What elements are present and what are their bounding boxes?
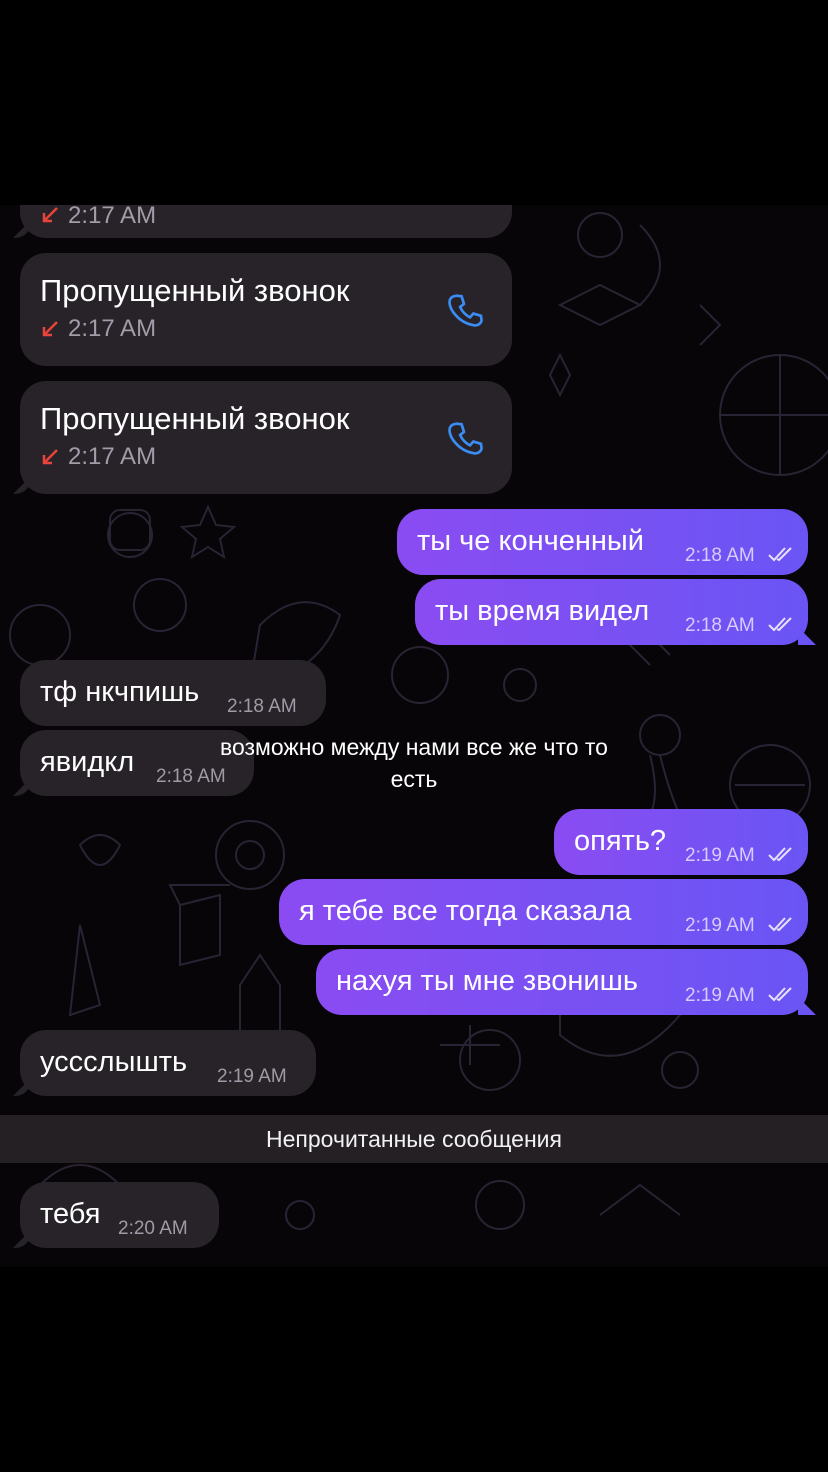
message-text: тебя (40, 1198, 101, 1230)
message-time: 2:20 AM (118, 1218, 188, 1239)
call-title: Пропущенный звонок (40, 273, 350, 308)
story-caption-overlay: возможно между нами все же что то есть (220, 734, 608, 792)
message-time: 2:19 AM (217, 1066, 287, 1087)
incoming-message[interactable]: тф нкчпишь 2:18 AM (20, 660, 326, 726)
message-time: 2:19 AM (685, 985, 755, 1006)
message-time: 2:19 AM (685, 915, 755, 936)
double-check-icon (768, 847, 792, 862)
missed-call-bubble[interactable]: Пропущенный звонок 2:17 AM (20, 381, 512, 494)
unread-messages-divider: Непрочитанные сообщения (0, 1115, 828, 1163)
call-time: 2:17 AM (68, 205, 157, 229)
missed-call-arrow-icon (42, 449, 58, 465)
missed-call-bubble[interactable]: Пропущенный звонок 2:17 AM (20, 253, 512, 366)
message-time: 2:18 AM (227, 696, 297, 717)
message-text: опять? (574, 825, 667, 857)
message-text: ты че конченный (417, 525, 644, 557)
call-time: 2:17 AM (68, 315, 157, 342)
incoming-message[interactable]: уссслышть 2:19 AM (20, 1030, 316, 1096)
message-time: 2:18 AM (685, 615, 755, 636)
message-text: ты время видел (435, 595, 650, 627)
message-time: 2:18 AM (685, 545, 755, 566)
missed-call-arrow-icon (42, 207, 58, 223)
message-time: 2:19 AM (685, 845, 755, 866)
outgoing-message[interactable]: нахуя ты мне звонишь 2:19 AM (316, 949, 808, 1015)
outgoing-message[interactable]: я тебе все тогда сказала 2:19 AM (279, 879, 808, 945)
message-text: нахуя ты мне звонишь (336, 965, 638, 997)
missed-call-arrow-icon (42, 321, 58, 337)
call-title: Пропущенный звонок (40, 401, 350, 436)
double-check-icon (768, 617, 792, 632)
double-check-icon (768, 917, 792, 932)
message-text: я тебе все тогда сказала (299, 895, 632, 927)
call-time: 2:17 AM (68, 443, 157, 470)
outgoing-message[interactable]: ты че конченный 2:18 AM (397, 509, 808, 575)
outgoing-message[interactable]: ты время видел 2:18 AM (415, 579, 808, 645)
double-check-icon (768, 987, 792, 1002)
phone-icon[interactable] (444, 417, 490, 463)
message-text: явидкл (40, 746, 135, 778)
outgoing-message[interactable]: опять? 2:19 AM (554, 809, 808, 875)
incoming-message[interactable]: тебя 2:20 AM (20, 1182, 219, 1248)
message-text: уссслышть (40, 1046, 188, 1078)
message-text: тф нкчпишь (40, 676, 200, 708)
phone-icon[interactable] (444, 289, 490, 335)
double-check-icon (768, 547, 792, 562)
partial-call-bubble[interactable]: 2:17 AM (20, 205, 512, 238)
